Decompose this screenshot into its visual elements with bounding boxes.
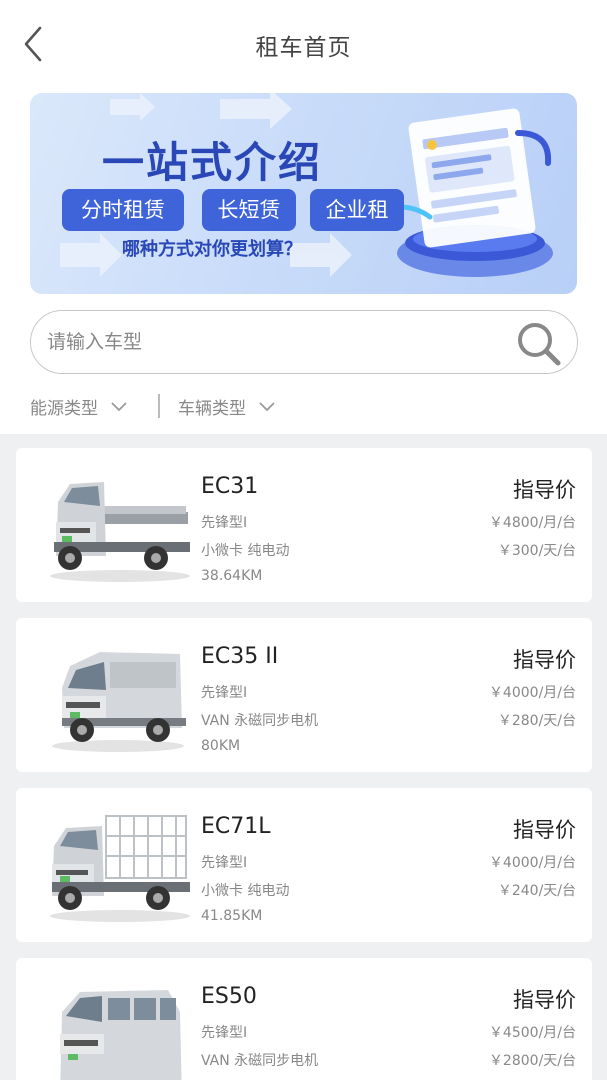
search-input[interactable]: [47, 325, 487, 359]
filter-label: 车辆类型: [178, 398, 246, 419]
vehicle-image: [50, 815, 190, 922]
vehicle-range: 38.64KM: [201, 568, 263, 584]
vehicle-type: VAN 永磁同步电机: [201, 713, 319, 729]
search-icon: [518, 323, 561, 366]
chevron-down-icon: [111, 402, 127, 412]
daily-price: ￥2800/天/台: [488, 1053, 576, 1069]
daily-price: ￥300/天/台: [497, 543, 576, 559]
vehicle-name: EC31: [201, 474, 259, 499]
vehicle-list: EC31 先锋型I 小微卡 纯电动 38.64KM 指导价 ￥4800/月/台 …: [0, 434, 607, 1080]
filter-bar: 能源类型 车辆类型: [30, 390, 590, 422]
tag-time-share[interactable]: 分时租赁: [62, 189, 184, 231]
banner-title: 一站式介绍: [102, 138, 323, 187]
banner-subtitle: 哪种方式对你更划算？: [122, 239, 302, 260]
monthly-price: ￥4500/月/台: [488, 1025, 576, 1041]
price-label: 指导价: [513, 988, 576, 1012]
vehicle-card[interactable]: EC71L 先锋型I 小微卡 纯电动 41.85KM 指导价 ￥4000/月/台…: [16, 788, 592, 942]
vehicle-type: 小微卡 纯电动: [201, 543, 290, 559]
price-label: 指导价: [513, 818, 576, 842]
vehicle-image: [52, 652, 186, 752]
vehicle-name: EC35 II: [201, 644, 279, 669]
filter-energy-type[interactable]: 能源类型: [30, 390, 128, 422]
vehicle-range: 41.85KM: [201, 908, 263, 924]
filter-vehicle-type[interactable]: 车辆类型: [178, 390, 276, 422]
price-label: 指导价: [513, 648, 576, 672]
vehicle-card[interactable]: EC35 II 先锋型I VAN 永磁同步电机 80KM 指导价 ￥4000/月…: [16, 618, 592, 772]
daily-price: ￥240/天/台: [497, 883, 576, 899]
chevron-down-icon: [259, 402, 275, 412]
filter-divider: [158, 394, 160, 418]
tag-enterprise[interactable]: 企业租: [310, 189, 404, 231]
promo-banner[interactable]: 一站式介绍 分时租赁 长短赁 企业租 哪种方式对你更划算？: [30, 93, 577, 294]
monthly-price: ￥4000/月/台: [488, 685, 576, 701]
search-bar: [30, 310, 578, 374]
header: 租车首页: [0, 0, 607, 86]
vehicle-name: EC71L: [201, 814, 271, 839]
tag-long-short-term[interactable]: 长短赁: [202, 189, 296, 231]
vehicle-range: 80KM: [201, 738, 241, 754]
price-label: 指导价: [513, 478, 576, 502]
monthly-price: ￥4800/月/台: [488, 515, 576, 531]
vehicle-image: [60, 990, 182, 1080]
vehicle-card[interactable]: EC31 先锋型I 小微卡 纯电动 38.64KM 指导价 ￥4800/月/台 …: [16, 448, 592, 602]
vehicle-version: 先锋型I: [201, 1025, 248, 1041]
monthly-price: ￥4000/月/台: [488, 855, 576, 871]
vehicle-name: ES50: [201, 984, 257, 1009]
search-button[interactable]: [515, 321, 563, 367]
vehicle-image: [50, 482, 190, 582]
vehicle-type: VAN 永磁同步电机: [201, 1053, 319, 1069]
filter-label: 能源类型: [30, 398, 98, 419]
page-title: 租车首页: [255, 35, 352, 61]
daily-price: ￥280/天/台: [497, 713, 576, 729]
vehicle-version: 先锋型I: [201, 855, 248, 871]
vehicle-type: 小微卡 纯电动: [201, 883, 290, 899]
page: 租车首页 一站式介绍 分时租赁 长短赁 企业租 哪种方式对你更划算？ 请输入车型…: [0, 0, 607, 1080]
vehicle-version: 先锋型I: [201, 685, 248, 701]
vehicle-version: 先锋型I: [201, 515, 248, 531]
vehicle-card[interactable]: ES50 先锋型I VAN 永磁同步电机 指导价 ￥4500/月/台 ￥2800…: [16, 958, 592, 1080]
